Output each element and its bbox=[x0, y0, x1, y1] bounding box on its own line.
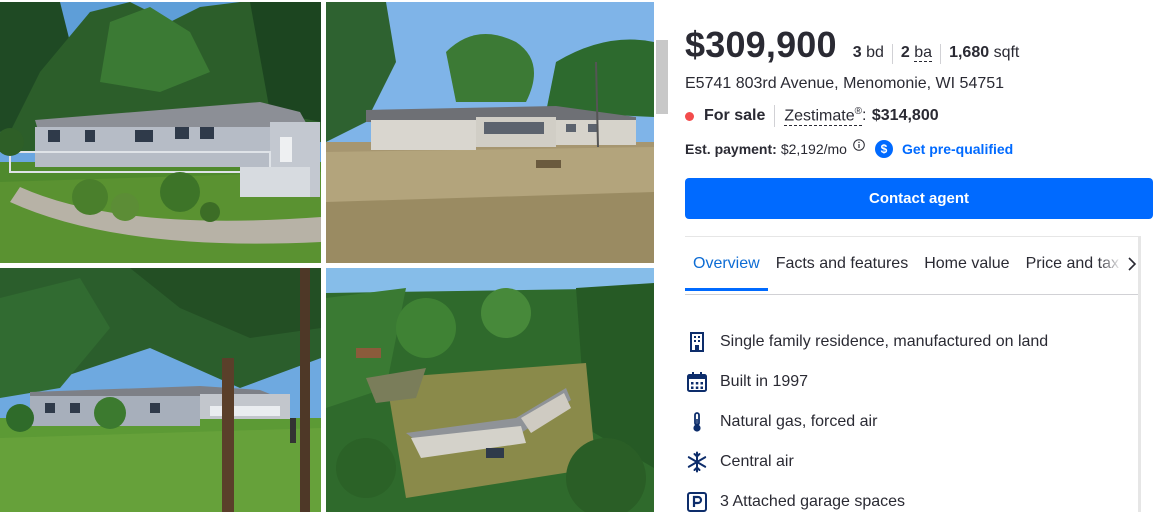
zestimate-link[interactable]: Zestimate® bbox=[784, 105, 862, 127]
panel-scrollbar[interactable] bbox=[1138, 236, 1141, 512]
thermometer-icon bbox=[693, 412, 701, 432]
beds-value: 3 bbox=[852, 44, 862, 61]
contact-agent-button[interactable]: Contact agent bbox=[685, 178, 1153, 219]
payment-value: $2,192/mo bbox=[780, 141, 847, 157]
feature-home-type: Single family residence, manufactured on… bbox=[686, 322, 1048, 362]
listing-details-panel: $309,900 3 bd 2 ba 1,680 sqft E5741 803r… bbox=[668, 0, 1159, 514]
gallery-scrollbar[interactable] bbox=[656, 40, 668, 114]
tab-home-value[interactable]: Home value bbox=[916, 255, 1017, 291]
sqft-unit: sqft bbox=[993, 44, 1020, 61]
feature-text: Central air bbox=[720, 453, 794, 470]
price-row: $309,900 3 bd 2 ba 1,680 sqft bbox=[685, 24, 1027, 66]
payment-row: Est. payment: $2,192/mo $ Get pre-qualif… bbox=[685, 139, 1013, 158]
dollar-icon: $ bbox=[874, 140, 893, 158]
zestimate-registered-mark: ® bbox=[854, 105, 862, 117]
listing-photo-side[interactable] bbox=[0, 268, 321, 512]
listing-photo-aerial[interactable] bbox=[326, 268, 654, 512]
sqft-value: 1,680 bbox=[949, 44, 990, 61]
feature-text: 3 Attached garage spaces bbox=[720, 493, 906, 510]
feature-heating: Natural gas, forced air bbox=[686, 402, 1048, 442]
zestimate-label: Zestimate bbox=[784, 107, 855, 125]
zestimate-value: $314,800 bbox=[871, 107, 939, 124]
feature-text: Single family residence, manufactured on… bbox=[720, 333, 1049, 350]
chevron-right-icon[interactable] bbox=[1125, 255, 1139, 273]
get-prequalified-link[interactable]: Get pre-qualified bbox=[902, 141, 1013, 157]
status-label: For sale bbox=[704, 107, 766, 124]
feature-year-built: Built in 1997 bbox=[686, 362, 1048, 402]
info-icon[interactable] bbox=[853, 139, 865, 151]
snowflake-icon bbox=[687, 451, 707, 473]
detail-tabs: Overview Facts and features Home value P… bbox=[685, 236, 1138, 295]
tab-overview[interactable]: Overview bbox=[685, 255, 768, 291]
feature-text: Natural gas, forced air bbox=[720, 413, 878, 430]
status-dot-icon bbox=[685, 111, 694, 121]
payment-label: Est. payment: bbox=[685, 141, 777, 157]
baths-unit: ba bbox=[914, 44, 933, 62]
parking-icon bbox=[687, 492, 707, 512]
baths-fact[interactable]: 2 ba bbox=[893, 44, 940, 62]
tab-facts-and-features[interactable]: Facts and features bbox=[768, 255, 917, 291]
listing-price: $309,900 bbox=[685, 24, 837, 65]
home-facts: 3 bd 2 ba 1,680 sqft bbox=[851, 44, 1028, 64]
feature-text: Built in 1997 bbox=[720, 373, 809, 390]
baths-value: 2 bbox=[900, 44, 910, 61]
listing-photo-front[interactable] bbox=[0, 2, 321, 263]
photo-gallery bbox=[0, 0, 656, 514]
feature-cooling: Central air bbox=[686, 442, 1048, 482]
building-icon bbox=[690, 332, 704, 352]
listing-address: E5741 803rd Avenue, Menomonie, WI 54751 bbox=[685, 75, 1005, 92]
listing-photo-rear[interactable] bbox=[326, 2, 654, 263]
zestimate-colon: : bbox=[861, 107, 871, 124]
beds-fact: 3 bd bbox=[851, 44, 892, 62]
beds-unit: bd bbox=[866, 44, 884, 61]
status-divider bbox=[774, 105, 776, 127]
calendar-icon bbox=[687, 372, 707, 392]
status-row: For sale Zestimate®: $314,800 bbox=[685, 105, 939, 127]
feature-list: Single family residence, manufactured on… bbox=[686, 322, 1048, 514]
tab-list: Overview Facts and features Home value P… bbox=[685, 255, 1138, 291]
feature-parking: 3 Attached garage spaces bbox=[686, 482, 1048, 514]
sqft-fact: 1,680 sqft bbox=[941, 44, 1027, 62]
